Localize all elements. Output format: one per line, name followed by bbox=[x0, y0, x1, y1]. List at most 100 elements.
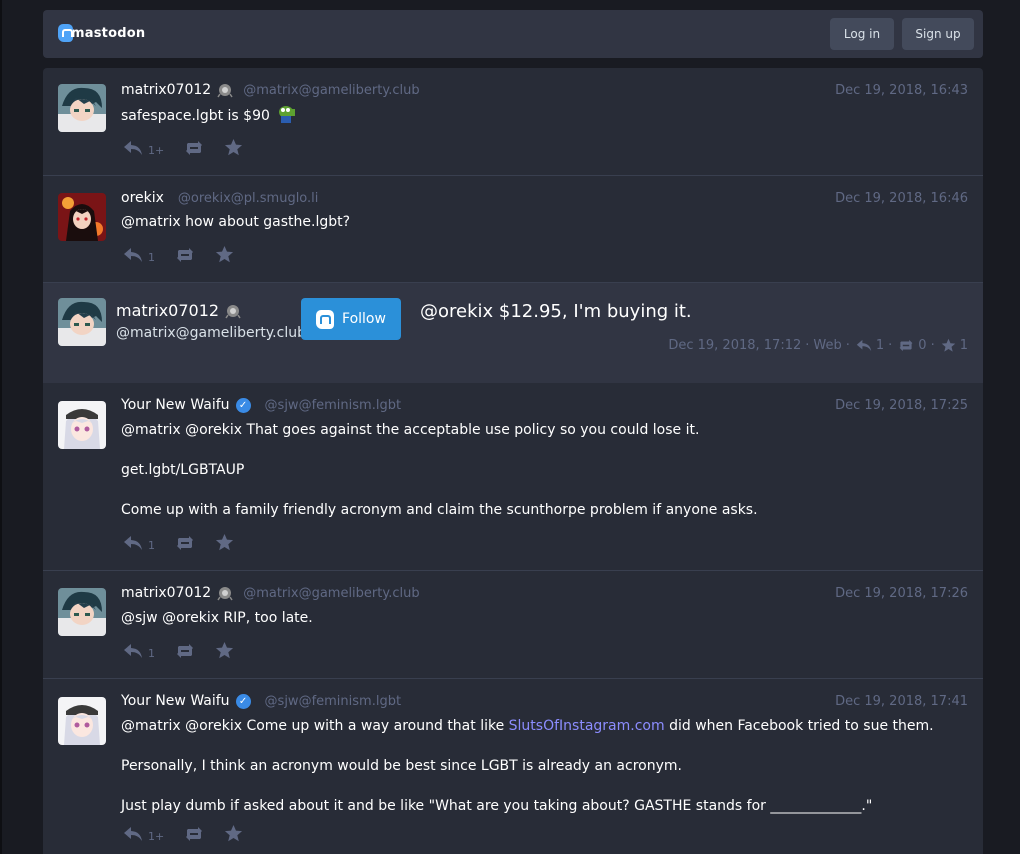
avatar[interactable] bbox=[58, 697, 106, 745]
status-paragraph: Just play dumb if asked about it and be … bbox=[121, 798, 873, 814]
boost-button[interactable] bbox=[175, 643, 195, 659]
status-header: matrix07012 @matrix@gameliberty.club bbox=[121, 585, 420, 601]
favourite-button[interactable] bbox=[224, 824, 243, 843]
favourite-button[interactable] bbox=[215, 533, 234, 552]
status-timestamp[interactable]: Dec 19, 2018, 17:41 bbox=[835, 694, 968, 709]
mastodon-logo[interactable]: mastodon bbox=[58, 24, 145, 42]
star-icon bbox=[941, 338, 956, 353]
status-header: Your New Waifu ✓ @sjw@feminism.lgbt bbox=[121, 397, 401, 413]
status-actions: 1 bbox=[123, 641, 254, 660]
status-item[interactable]: matrix07012 @matrix@gameliberty.club Dec… bbox=[43, 68, 983, 176]
login-button[interactable]: Log in bbox=[830, 18, 894, 50]
focal-meta: Dec 19, 2018, 17:12 · Web · 1 · 0 · 1 bbox=[668, 338, 968, 353]
status-item[interactable]: matrix07012 @matrix@gameliberty.club Dec… bbox=[43, 571, 983, 679]
status-paragraph: @matrix @orekix Come up with a way aroun… bbox=[121, 716, 971, 736]
account-handle[interactable]: @orekix@pl.smuglo.li bbox=[178, 191, 318, 206]
status-timestamp[interactable]: Dec 19, 2018, 17:25 bbox=[835, 398, 968, 413]
status-paragraph: Come up with a family friendly acronym a… bbox=[121, 502, 758, 518]
status-timestamp[interactable]: Dec 19, 2018, 16:46 bbox=[835, 191, 968, 206]
mastodon-logo-icon bbox=[58, 24, 73, 42]
status-item[interactable]: orekix @orekix@pl.smuglo.li Dec 19, 2018… bbox=[43, 176, 983, 283]
status-actions: 1+ bbox=[123, 138, 263, 157]
favourite-button[interactable] bbox=[215, 245, 234, 264]
meta-separator: · bbox=[888, 338, 893, 353]
verified-icon: ✓ bbox=[235, 693, 251, 709]
status-item[interactable]: Your New Waifu ✓ @sjw@feminism.lgbt Dec … bbox=[43, 679, 983, 854]
fav-count: 1 bbox=[959, 338, 968, 353]
left-edge bbox=[0, 0, 2, 854]
reply-count: 1+ bbox=[148, 829, 165, 843]
badge-emoji-icon bbox=[217, 84, 233, 98]
status-header: Your New Waifu ✓ @sjw@feminism.lgbt bbox=[121, 693, 401, 709]
application-name: Web bbox=[813, 338, 842, 353]
meta-separator: · bbox=[930, 338, 935, 353]
reply-count: 1+ bbox=[148, 143, 165, 157]
reply-button[interactable]: 1+ bbox=[123, 140, 164, 156]
reply-button[interactable]: 1+ bbox=[123, 826, 164, 842]
top-bar: mastodon Log in Sign up bbox=[43, 10, 983, 58]
reply-button[interactable]: 1 bbox=[123, 535, 155, 551]
account-handle[interactable]: @matrix@gameliberty.club bbox=[243, 586, 419, 601]
account-handle[interactable]: @sjw@feminism.lgbt bbox=[265, 694, 402, 709]
avatar[interactable] bbox=[58, 84, 106, 132]
account-handle[interactable]: @sjw@feminism.lgbt bbox=[265, 398, 402, 413]
fav-count-meta[interactable]: 1 bbox=[941, 338, 968, 353]
status-text: safespace.lgbt is $90 bbox=[121, 108, 270, 124]
status-item[interactable]: Your New Waifu ✓ @sjw@feminism.lgbt Dec … bbox=[43, 383, 983, 571]
avatar[interactable] bbox=[58, 401, 106, 449]
focal-header: matrix07012 bbox=[116, 301, 241, 320]
reply-count: 1 bbox=[148, 646, 155, 660]
display-name[interactable]: Your New Waifu bbox=[121, 397, 230, 413]
favourite-button[interactable] bbox=[224, 138, 243, 157]
pepe-emoji-icon bbox=[279, 106, 296, 123]
boost-count: 0 bbox=[918, 338, 927, 353]
display-name[interactable]: matrix07012 bbox=[116, 301, 219, 320]
boost-button[interactable] bbox=[175, 247, 195, 263]
status-content: @sjw @orekix RIP, too late. bbox=[121, 610, 313, 626]
signup-button[interactable]: Sign up bbox=[902, 18, 974, 50]
status-content: @matrix @orekix Come up with a way aroun… bbox=[121, 716, 971, 836]
reply-count: 1 bbox=[148, 250, 155, 264]
display-name[interactable]: matrix07012 bbox=[121, 82, 211, 98]
reply-button[interactable]: 1 bbox=[123, 643, 155, 659]
avatar[interactable] bbox=[58, 588, 106, 636]
status-content: safespace.lgbt is $90 bbox=[121, 105, 971, 126]
paragraph-text: @matrix @orekix Come up with a way aroun… bbox=[121, 718, 509, 734]
paragraph-text: did when Facebook tried to sue them. bbox=[664, 718, 934, 734]
reply-button[interactable]: 1 bbox=[123, 247, 155, 263]
focal-content: @orekix $12.95, I'm buying it. bbox=[420, 301, 692, 322]
status-actions: 1 bbox=[123, 245, 254, 264]
status-content: @matrix @orekix That goes against the ac… bbox=[121, 420, 971, 540]
boost-button[interactable] bbox=[175, 535, 195, 551]
reply-count-meta[interactable]: 1 bbox=[856, 338, 884, 353]
boost-button[interactable] bbox=[184, 826, 204, 842]
status-timestamp[interactable]: Dec 19, 2018, 16:43 bbox=[835, 83, 968, 98]
status-timestamp[interactable]: Dec 19, 2018, 17:26 bbox=[835, 586, 968, 601]
status-content: @matrix how about gasthe.lgbt? bbox=[121, 214, 351, 230]
display-name[interactable]: orekix bbox=[121, 190, 164, 206]
follow-label: Follow bbox=[342, 311, 386, 327]
boost-button[interactable] bbox=[184, 140, 204, 156]
avatar[interactable] bbox=[58, 298, 106, 346]
display-name[interactable]: matrix07012 bbox=[121, 585, 211, 601]
status-actions: 1 bbox=[123, 533, 254, 552]
account-handle[interactable]: @matrix@gameliberty.club bbox=[243, 83, 419, 98]
favourite-button[interactable] bbox=[215, 641, 234, 660]
status-actions: 1+ bbox=[123, 824, 263, 843]
account-handle[interactable]: @matrix@gameliberty.club bbox=[116, 325, 306, 341]
external-link[interactable]: SlutsOfInstagram.com bbox=[509, 718, 665, 734]
reply-icon bbox=[856, 339, 872, 352]
avatar[interactable] bbox=[58, 193, 106, 241]
focal-timestamp[interactable]: Dec 19, 2018, 17:12 bbox=[668, 338, 801, 353]
mastodon-icon bbox=[316, 309, 335, 329]
status-paragraph: Personally, I think an acronym would be … bbox=[121, 758, 682, 774]
display-name[interactable]: Your New Waifu bbox=[121, 693, 230, 709]
conversation-timeline: matrix07012 @matrix@gameliberty.club Dec… bbox=[43, 68, 983, 854]
focal-status[interactable]: matrix07012 @matrix@gameliberty.club Fol… bbox=[43, 283, 983, 383]
verified-icon: ✓ bbox=[235, 397, 251, 413]
follow-button[interactable]: Follow bbox=[301, 298, 401, 340]
logo-text: mastodon bbox=[71, 25, 146, 41]
status-header: matrix07012 @matrix@gameliberty.club bbox=[121, 82, 420, 98]
boost-count-meta[interactable]: 0 bbox=[898, 338, 927, 353]
meta-separator: · bbox=[845, 338, 850, 353]
